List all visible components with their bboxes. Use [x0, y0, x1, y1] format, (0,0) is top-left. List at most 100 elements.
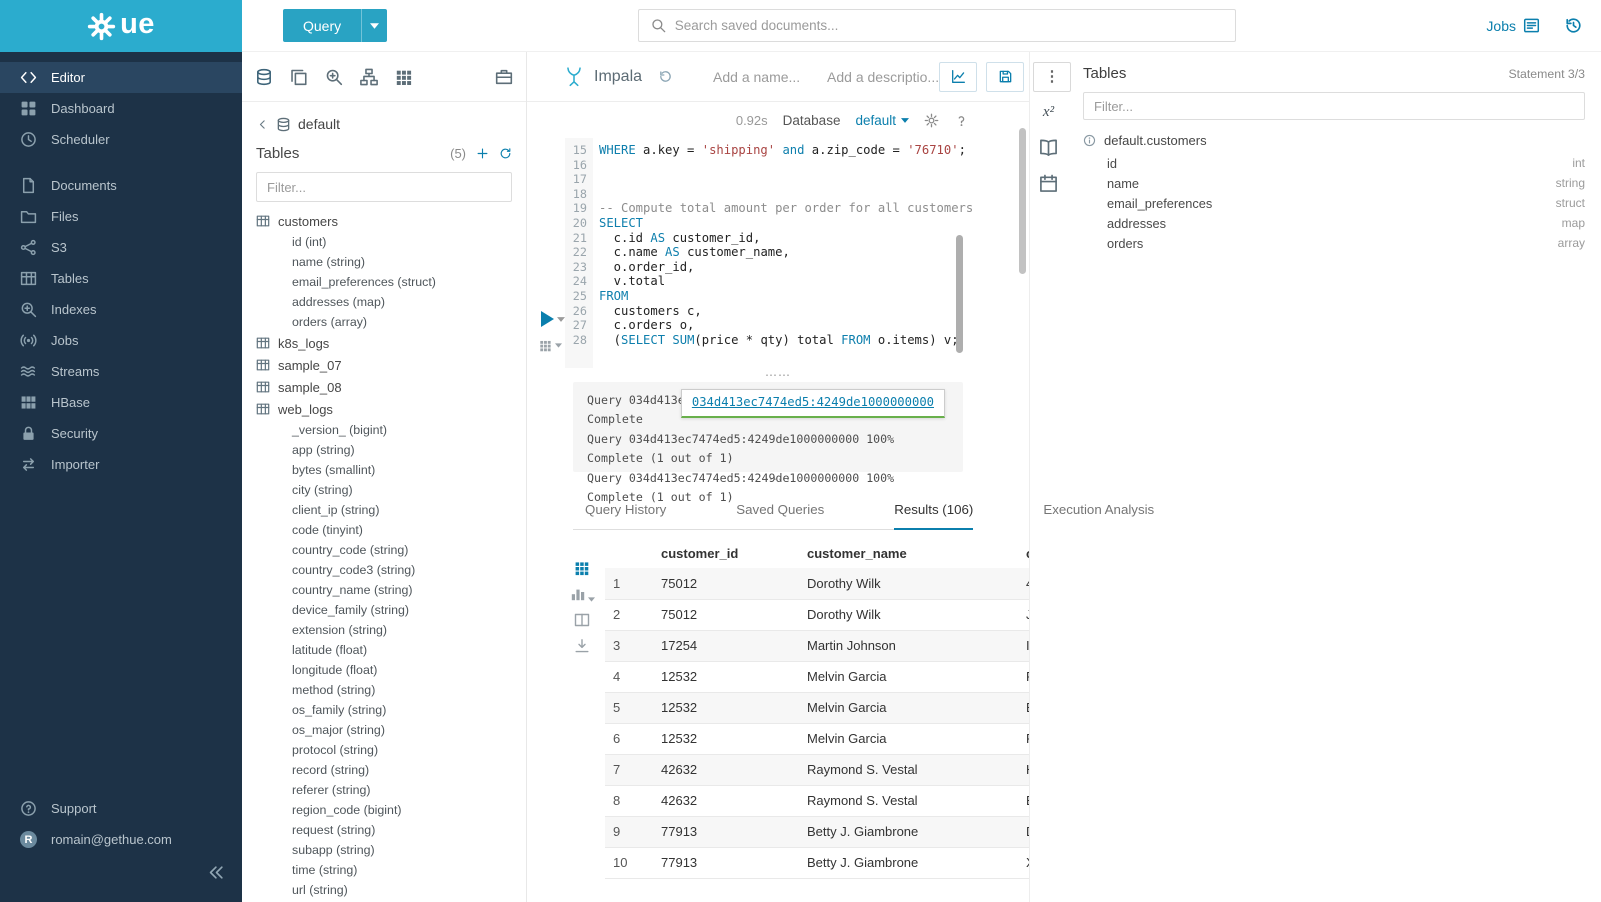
save-button[interactable] [986, 62, 1024, 92]
sidebar-item-indexes[interactable]: Indexes [0, 294, 242, 325]
tree-column[interactable]: latitude (float) [256, 640, 526, 660]
column-email-preferences[interactable]: email_preferencesstruct [1083, 193, 1585, 213]
tree-column[interactable]: client_ip (string) [256, 500, 526, 520]
column-id[interactable]: idint [1083, 153, 1585, 173]
code-line[interactable]: WHERE a.key = 'shipping' and a.zip_code … [599, 143, 973, 158]
table-row[interactable]: 317254Martin JohnsonI72T3918 [605, 630, 1029, 661]
sidebar-item-hbase[interactable]: HBase [0, 387, 242, 418]
tree-column[interactable]: app (string) [256, 440, 526, 460]
code-line[interactable]: FROM [599, 289, 973, 304]
code-line[interactable]: o.order_id, [599, 260, 973, 275]
code-line[interactable]: -- Compute total amount per order for al… [599, 201, 973, 216]
grid-view-icon[interactable] [574, 560, 590, 576]
run-query-button[interactable] [541, 311, 565, 327]
settings-gear-icon[interactable] [924, 113, 939, 128]
sidebar-item-jobs[interactable]: Jobs [0, 325, 242, 356]
tree-column[interactable]: longitude (float) [256, 660, 526, 680]
tables-filter-input[interactable] [256, 172, 512, 202]
chart-button[interactable] [939, 62, 977, 92]
resize-handle-top[interactable] [527, 368, 1029, 382]
more-options-button[interactable]: ⋮ [1033, 62, 1071, 92]
code-line[interactable] [599, 158, 973, 173]
back-icon[interactable] [256, 118, 269, 131]
table-row[interactable]: 977913Betty J. GiambroneDN88151320 [605, 816, 1029, 847]
sidebar-item-streams[interactable]: Streams [0, 356, 242, 387]
tree-column[interactable]: url (string) [256, 880, 526, 900]
tree-column[interactable]: subapp (string) [256, 840, 526, 860]
tree-column[interactable]: region_code (bigint) [256, 800, 526, 820]
table-row[interactable]: 275012Dorothy WilkJ882C296 [605, 599, 1029, 630]
code-line[interactable]: (SELECT SUM(price * qty) total FROM o.it… [599, 333, 973, 348]
code-editor[interactable]: 1516171819202122232425262728 WHERE a.key… [527, 138, 1029, 368]
sidebar-item-importer[interactable]: Importer [0, 449, 242, 480]
results-col-order-id[interactable]: order_id [1018, 538, 1029, 568]
sidebar-item-dashboard[interactable]: Dashboard [0, 93, 242, 124]
tree-table-sample-08[interactable]: sample_08 [256, 376, 526, 398]
sidebar-collapse-icon[interactable] [207, 863, 226, 882]
refresh-tables-icon[interactable] [499, 147, 512, 160]
table-row[interactable]: 512532Melvin GarciaB8623C2507 [605, 692, 1029, 723]
tree-table-k8s-logs[interactable]: k8s_logs [256, 332, 526, 354]
jobs-link[interactable]: Jobs [1486, 17, 1540, 34]
code-line[interactable]: customers c, [599, 304, 973, 319]
code-line[interactable] [599, 187, 973, 202]
apps-grid-icon[interactable] [395, 68, 413, 86]
columns-view-icon[interactable] [574, 612, 590, 628]
column-name[interactable]: namestring [1083, 173, 1585, 193]
tree-column[interactable]: referer (string) [256, 780, 526, 800]
sidebar-item-s3[interactable]: S3 [0, 232, 242, 263]
tree-column[interactable]: name (string) [256, 252, 526, 272]
query-description-input[interactable] [827, 69, 939, 85]
databases-icon[interactable] [255, 68, 273, 86]
table-row[interactable]: 175012Dorothy Wilk4056711918 [605, 568, 1029, 599]
tree-column[interactable]: country_code3 (string) [256, 560, 526, 580]
tree-column[interactable]: os_major (string) [256, 720, 526, 740]
tree-column[interactable]: request (string) [256, 820, 526, 840]
query-name-input[interactable] [713, 69, 813, 85]
code-line[interactable]: v.total [599, 274, 973, 289]
tree-column[interactable]: os_family (string) [256, 700, 526, 720]
schedule-icon[interactable] [1039, 174, 1058, 193]
code-line[interactable]: SELECT [599, 216, 973, 231]
code-scrollbar[interactable] [956, 235, 963, 353]
sidebar-item-user[interactable]: R romain@gethue.com [0, 824, 242, 855]
column-orders[interactable]: ordersarray [1083, 233, 1585, 253]
sidebar-item-security[interactable]: Security [0, 418, 242, 449]
tree-table-sample-07[interactable]: sample_07 [256, 354, 526, 376]
code-line[interactable]: c.name AS customer_name, [599, 245, 973, 260]
tree-column[interactable]: email_preferences (struct) [256, 272, 526, 292]
table-row[interactable]: 1077913Betty J. GiambroneXR27714315 [605, 847, 1029, 878]
code-line[interactable]: c.orders o, [599, 318, 973, 333]
help-icon[interactable] [954, 113, 969, 128]
sidebar-item-support[interactable]: Support [0, 793, 242, 824]
sitemap-icon[interactable] [360, 68, 378, 86]
search-input[interactable] [675, 18, 1223, 33]
tree-column[interactable]: country_name (string) [256, 580, 526, 600]
table-row[interactable]: 612532Melvin GarciaR9S8381278 [605, 723, 1029, 754]
tree-column[interactable]: _version_ (bigint) [256, 420, 526, 440]
right-filter-input[interactable] [1083, 92, 1585, 120]
query-dropdown-button[interactable] [361, 9, 387, 42]
tree-column[interactable]: id (int) [256, 232, 526, 252]
sidebar-item-files[interactable]: Files [0, 201, 242, 232]
tree-table-web-logs[interactable]: web_logs [256, 398, 526, 420]
search-zoom-icon[interactable] [325, 68, 343, 86]
tree-column[interactable]: method (string) [256, 680, 526, 700]
main-scrollbar[interactable] [1019, 128, 1026, 274]
chart-view-toggle[interactable] [570, 586, 595, 602]
database-select[interactable]: default [855, 113, 909, 128]
query-button[interactable]: Query [283, 9, 361, 42]
language-reference-icon[interactable] [1039, 138, 1058, 157]
tree-column[interactable]: city (string) [256, 480, 526, 500]
table-row[interactable]: 842632Raymond S. VestalBS59022798 [605, 785, 1029, 816]
tree-column[interactable]: bytes (smallint) [256, 460, 526, 480]
add-table-icon[interactable] [476, 147, 489, 160]
documents-icon[interactable] [290, 68, 308, 86]
tree-column[interactable]: code (tinyint) [256, 520, 526, 540]
active-table-row[interactable]: default.customers [1083, 133, 1585, 148]
results-col-customer-id[interactable]: customer_id [653, 538, 799, 568]
tree-column[interactable]: time (string) [256, 860, 526, 880]
column-addresses[interactable]: addressesmap [1083, 213, 1585, 233]
download-results-icon[interactable] [574, 638, 590, 654]
tree-column[interactable]: extension (string) [256, 620, 526, 640]
